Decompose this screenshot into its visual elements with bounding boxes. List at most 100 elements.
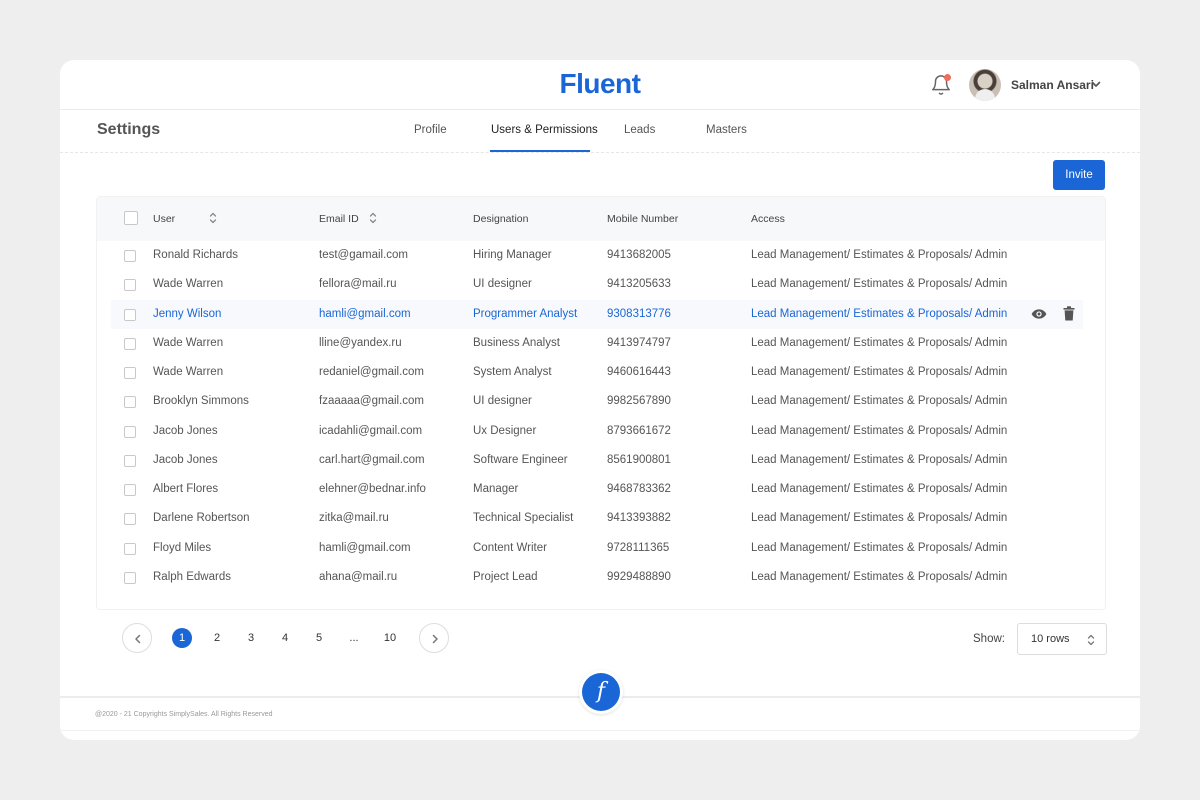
brand-badge-icon: f	[582, 673, 620, 711]
cell-designation: Project Lead	[473, 570, 538, 583]
column-header-email[interactable]: Email ID	[319, 213, 359, 225]
tab-leads[interactable]: Leads	[624, 124, 655, 136]
row-checkbox[interactable]	[124, 542, 136, 555]
table-row[interactable]: Albert Flores elehner@bednar.info Manager 9…	[111, 475, 1083, 504]
cell-mobile: 8793661672	[607, 424, 671, 437]
row-checkbox[interactable]	[124, 571, 136, 584]
brand-badge: f	[579, 670, 623, 714]
cell-user: Albert Flores	[153, 483, 219, 495]
app-window: Fluent Salman Ansari Profile Users & Per…	[60, 60, 1140, 740]
table-row[interactable]: Jacob Jones icadahli@gmail.com Ux Designer…	[111, 417, 1083, 446]
sort-icon[interactable]	[368, 211, 378, 225]
row-checkbox[interactable]	[124, 396, 136, 409]
table-row[interactable]: Brooklyn Simmons fzaaaaa@gmail.com UI desi…	[111, 387, 1083, 416]
row-checkbox[interactable]	[124, 454, 136, 467]
cell-user: Wade Warren	[153, 336, 224, 349]
table-row[interactable]: Jenny Wilson hamli@gmail.com Programmer An…	[111, 299, 1083, 329]
tab-profile[interactable]: Profile	[414, 124, 447, 136]
row-checkbox[interactable]	[124, 279, 136, 292]
top-bar: Fluent Salman Ansari	[60, 60, 1140, 110]
page-number[interactable]: 2	[207, 628, 227, 648]
cell-email: redaniel@gmail.com	[319, 366, 424, 378]
chevron-left-icon	[135, 634, 141, 644]
table-row[interactable]: Ralph Edwards ahana@mail.ru Project Lead 99…	[111, 563, 1083, 592]
page-number[interactable]: 5	[309, 628, 329, 648]
table-row[interactable]: Floyd Miles hamli@gmail.com Content Writer…	[111, 534, 1083, 563]
cell-access: Lead Management/ Estimates & Proposals/ …	[751, 483, 1008, 495]
next-page-button[interactable]	[419, 623, 449, 653]
cell-mobile: 9413682005	[607, 249, 671, 261]
select-arrows-icon	[1087, 634, 1095, 646]
tab-users-permissions[interactable]: Users & Permissions	[491, 124, 598, 136]
eye-icon[interactable]	[1031, 307, 1047, 321]
column-header-designation: Designation	[473, 213, 529, 225]
cell-mobile: 9413974797	[607, 336, 671, 349]
avatar[interactable]	[969, 69, 1001, 101]
cell-designation: Programmer Analyst	[473, 307, 578, 320]
cell-email: fzaaaaa@gmail.com	[319, 395, 424, 408]
table-row[interactable]: Wade Warren fellora@mail.ru UI designer 941…	[111, 270, 1083, 299]
chevron-down-icon[interactable]	[1090, 78, 1102, 90]
cell-mobile: 9413393882	[607, 512, 671, 525]
invite-button[interactable]: Invite	[1053, 160, 1105, 190]
cell-user: Jacob Jones	[153, 453, 218, 466]
cell-user: Ronald Richards	[153, 249, 239, 261]
cell-designation: Software Engineer	[473, 453, 568, 466]
row-checkbox[interactable]	[124, 425, 136, 438]
cell-access: Lead Management/ Estimates & Proposals/ …	[751, 541, 1008, 554]
select-all-checkbox[interactable]	[124, 211, 138, 225]
cell-mobile: 8561900801	[607, 453, 671, 466]
page-number[interactable]: 4	[275, 628, 295, 648]
column-header-mobile: Mobile Number	[607, 213, 679, 225]
copyright-text: @2020 - 21 Copyrights SimplySales. All R…	[95, 711, 273, 718]
row-checkbox[interactable]	[124, 484, 136, 496]
cell-email: hamli@gmail.com	[319, 541, 411, 554]
row-checkbox[interactable]	[124, 513, 136, 526]
footer-divider	[60, 730, 1140, 731]
column-header-user[interactable]: User	[153, 213, 175, 225]
row-checkbox[interactable]	[124, 250, 136, 262]
table-row[interactable]: Ronald Richards test@gamail.com Hiring Man…	[111, 241, 1083, 270]
prev-page-button[interactable]	[122, 623, 152, 653]
user-name[interactable]: Salman Ansari	[1011, 78, 1094, 92]
table-row[interactable]: Jacob Jones carl.hart@gmail.com Software E…	[111, 446, 1083, 475]
rows-per-page-select[interactable]: 10 rows	[1017, 623, 1107, 655]
tab-masters[interactable]: Masters	[706, 124, 747, 136]
table-header: User Email ID Designation Mobile Number …	[97, 197, 1105, 241]
chevron-right-icon	[432, 634, 438, 644]
cell-mobile: 9308313776	[607, 307, 671, 320]
trash-icon[interactable]	[1063, 305, 1075, 321]
cell-mobile: 9728111365	[607, 541, 670, 554]
cell-mobile: 9468783362	[607, 483, 671, 495]
row-actions	[1031, 305, 1081, 324]
page-number[interactable]: 10	[380, 628, 400, 648]
table-row[interactable]: Darlene Robertson zitka@mail.ru Technical …	[111, 504, 1083, 533]
cell-mobile: 9460616443	[607, 366, 671, 378]
cell-mobile: 9413205633	[607, 278, 671, 291]
cell-access: Lead Management/ Estimates & Proposals/ …	[751, 453, 1008, 466]
page-number[interactable]: 3	[241, 628, 261, 648]
table-row[interactable]: Wade Warren redaniel@gmail.com System Anal…	[111, 358, 1083, 387]
rows-per-page-label: Show:	[973, 633, 1005, 645]
cell-email: hamli@gmail.com	[319, 307, 411, 320]
cell-access: Lead Management/ Estimates & Proposals/ …	[751, 366, 1008, 378]
cell-email: elehner@bednar.info	[319, 483, 426, 495]
sort-icon[interactable]	[208, 211, 218, 225]
users-table: User Email ID Designation Mobile Number …	[96, 196, 1106, 610]
cell-user: Darlene Robertson	[153, 512, 250, 525]
row-checkbox[interactable]	[124, 308, 136, 321]
cell-user: Jacob Jones	[153, 424, 218, 437]
cell-email: lline@yandex.ru	[319, 336, 402, 349]
row-checkbox[interactable]	[124, 337, 136, 350]
cell-email: icadahli@gmail.com	[319, 424, 423, 437]
cell-access: Lead Management/ Estimates & Proposals/ …	[751, 424, 1008, 437]
page-number[interactable]: 1	[172, 628, 192, 648]
cell-mobile: 9982567890	[607, 395, 671, 408]
table-row[interactable]: Wade Warren lline@yandex.ru Business Analy…	[111, 329, 1083, 358]
cell-user: Wade Warren	[153, 278, 224, 291]
cell-user: Floyd Miles	[153, 541, 212, 554]
row-checkbox[interactable]	[124, 367, 136, 379]
cell-access: Lead Management/ Estimates & Proposals/ …	[751, 512, 1008, 525]
cell-designation: System Analyst	[473, 366, 552, 378]
cell-email: carl.hart@gmail.com	[319, 453, 425, 466]
